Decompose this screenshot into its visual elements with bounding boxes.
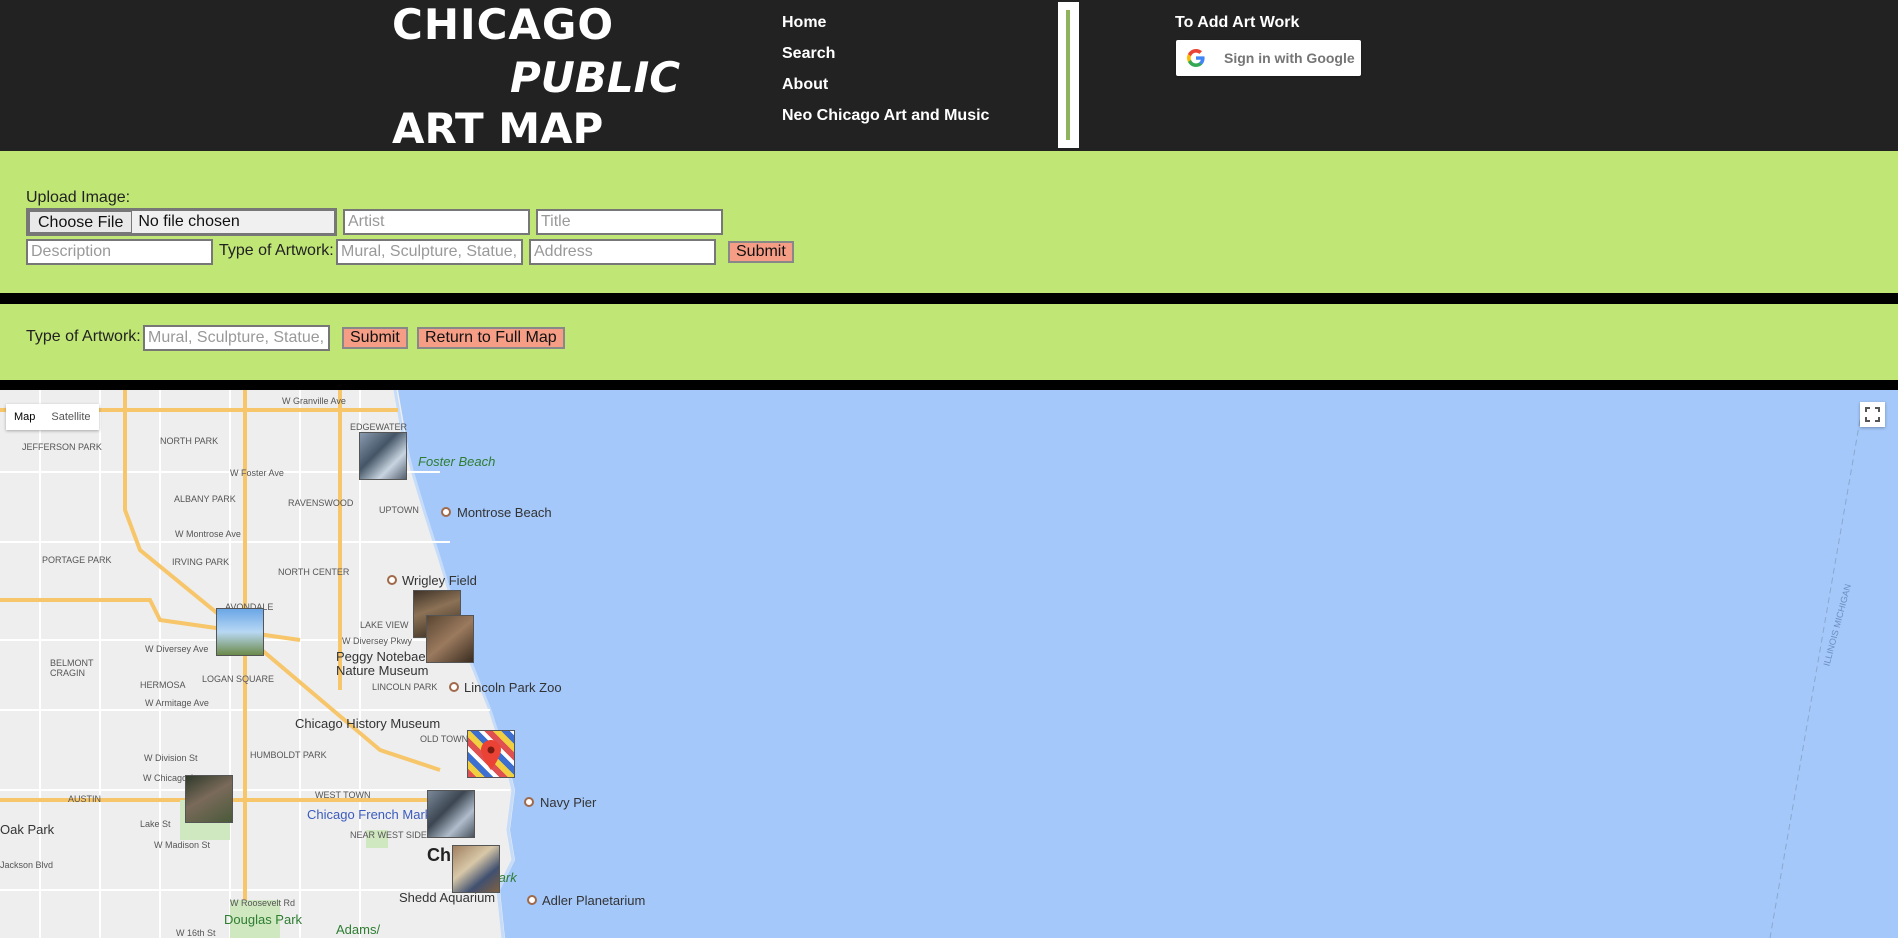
file-input[interactable]: Choose File No file chosen <box>26 208 337 236</box>
filter-type-label: Type of Artwork: <box>26 328 141 345</box>
place-oak-park: Oak Park <box>0 822 55 837</box>
google-sign-in-button[interactable]: Sign in with Google <box>1176 40 1361 76</box>
hood-irving-park: IRVING PARK <box>172 557 230 567</box>
place-chicago-history-museum[interactable]: Chicago History Museum <box>295 716 440 731</box>
street-madison: W Madison St <box>154 840 211 850</box>
place-chicago[interactable]: Chicago <box>427 845 455 866</box>
place-chicago-french-market[interactable]: Chicago French Market <box>307 807 442 822</box>
place-lincoln-park-zoo[interactable]: Lincoln Park Zoo <box>464 680 562 695</box>
street-division: W Division St <box>144 753 198 763</box>
choose-file-button[interactable]: Choose File <box>29 211 133 233</box>
add-art-label: To Add Art Work <box>1175 14 1300 31</box>
street-foster: W Foster Ave <box>230 468 284 478</box>
street-roosevelt: W Roosevelt Rd <box>230 898 296 908</box>
hood-lincoln-park: LINCOLN PARK <box>372 682 438 692</box>
place-adams: Adams/ <box>336 922 381 937</box>
hood-albany-park: ALBANY PARK <box>174 494 236 504</box>
title-input[interactable]: Title <box>536 209 723 235</box>
lincoln-park-zoo-pin[interactable] <box>449 682 459 692</box>
artwork-thumbnail[interactable] <box>359 432 407 480</box>
upload-image-label: Upload Image: <box>26 189 131 206</box>
street-jackson: Jackson Blvd <box>0 860 54 870</box>
artwork-thumbnail[interactable] <box>426 615 474 663</box>
place-adler-planetarium[interactable]: Adler Planetarium <box>542 893 645 908</box>
hood-jefferson-park: JEFFERSON PARK <box>22 442 102 452</box>
logo-bar <box>1058 2 1079 148</box>
map-type-control: Map Satellite <box>6 404 99 430</box>
street-montrose: W Montrose Ave <box>175 529 241 539</box>
type-of-artwork-label: Type of Artwork: <box>219 242 334 259</box>
map-type-map[interactable]: Map <box>6 404 43 430</box>
place-wrigley-field[interactable]: Wrigley Field <box>402 573 477 588</box>
artwork-thumbnail[interactable] <box>185 775 233 823</box>
map-land <box>0 390 1861 938</box>
street-diversey-ave: W Diversey Ave <box>145 644 209 654</box>
adler-planetarium-pin[interactable] <box>527 895 537 905</box>
filter-type-input[interactable]: Mural, Sculpture, Statue, Other <box>143 325 330 351</box>
filter-submit-button[interactable]: Submit <box>342 327 408 349</box>
type-of-artwork-input[interactable]: Mural, Sculpture, Statue, Other <box>336 239 523 265</box>
hood-belmont-cragin: BELMONT CRAGIN <box>50 658 94 678</box>
hood-hermosa: HERMOSA <box>140 680 186 690</box>
hood-north-center: NORTH CENTER <box>278 567 350 577</box>
hood-austin: AUSTIN <box>68 794 102 804</box>
hood-humboldt-park: HUMBOLDT PARK <box>250 750 327 760</box>
description-input[interactable]: Description <box>26 239 213 265</box>
navy-pier-pin[interactable] <box>524 797 534 807</box>
hood-ravenswood: RAVENSWOOD <box>288 498 354 508</box>
address-input[interactable]: Address <box>529 239 716 265</box>
hood-west-town: WEST TOWN <box>315 790 371 800</box>
street-16th: W 16th St <box>176 928 216 938</box>
return-full-map-button[interactable]: Return to Full Map <box>417 327 565 349</box>
logo-line-2: PUBLIC <box>510 53 681 102</box>
upload-submit-button[interactable]: Submit <box>728 241 794 263</box>
fullscreen-button[interactable] <box>1860 402 1885 427</box>
artist-input[interactable]: Artist <box>343 209 530 235</box>
hood-near-west-side: NEAR WEST SIDE <box>350 830 427 840</box>
main-nav: Home Search About Neo Chicago Art and Mu… <box>782 14 989 138</box>
street-lake: Lake St <box>140 819 171 829</box>
artwork-thumbnail[interactable] <box>452 845 500 893</box>
street-armitage: W Armitage Ave <box>145 698 209 708</box>
logo-line-3: ART MAP <box>392 104 604 153</box>
place-douglas-park[interactable]: Douglas Park <box>224 912 302 927</box>
nav-home[interactable]: Home <box>782 14 989 45</box>
nav-neo-chicago[interactable]: Neo Chicago Art and Music <box>782 107 989 138</box>
hood-lake-view: LAKE VIEW <box>360 620 409 630</box>
nav-about[interactable]: About <box>782 76 989 107</box>
hood-old-town: OLD TOWN <box>420 734 469 744</box>
hood-north-park: NORTH PARK <box>160 436 219 446</box>
site-header: CHICAGO PUBLIC ART MAP Home Search About… <box>0 0 1898 153</box>
place-montrose-beach[interactable]: Montrose Beach <box>457 505 552 520</box>
no-file-text: No file chosen <box>138 213 240 230</box>
artwork-thumbnail[interactable] <box>216 608 264 656</box>
upload-form: Upload Image: Choose File No file chosen… <box>0 151 1898 293</box>
logo-line-1: CHICAGO <box>392 0 615 49</box>
google-icon <box>1187 49 1205 67</box>
street-granville: W Granville Ave <box>282 396 346 406</box>
artwork-thumbnail[interactable] <box>427 790 475 838</box>
place-navy-pier[interactable]: Navy Pier <box>540 795 596 810</box>
hood-logan-square: LOGAN SQUARE <box>202 674 275 684</box>
site-logo[interactable]: CHICAGO PUBLIC ART MAP <box>392 0 1079 153</box>
selected-marker-icon[interactable] <box>481 740 501 770</box>
google-sign-in-label: Sign in with Google <box>1224 50 1355 66</box>
map-type-satellite[interactable]: Satellite <box>43 404 98 430</box>
montrose-beach-pin[interactable] <box>441 507 451 517</box>
hood-portage-park: PORTAGE PARK <box>42 555 112 565</box>
place-foster-beach[interactable]: Foster Beach <box>418 454 495 469</box>
hood-edgewater: EDGEWATER <box>350 422 408 432</box>
filter-form: Type of Artwork: Mural, Sculpture, Statu… <box>0 304 1898 380</box>
street-diversey-pkwy: W Diversey Pkwy <box>342 636 413 646</box>
wrigley-field-pin[interactable] <box>387 575 397 585</box>
map-view[interactable]: Map Satellite Foster Beach Montrose Beac… <box>0 390 1898 938</box>
hood-uptown: UPTOWN <box>379 505 419 515</box>
nav-search[interactable]: Search <box>782 45 989 76</box>
fullscreen-icon <box>1865 407 1880 422</box>
